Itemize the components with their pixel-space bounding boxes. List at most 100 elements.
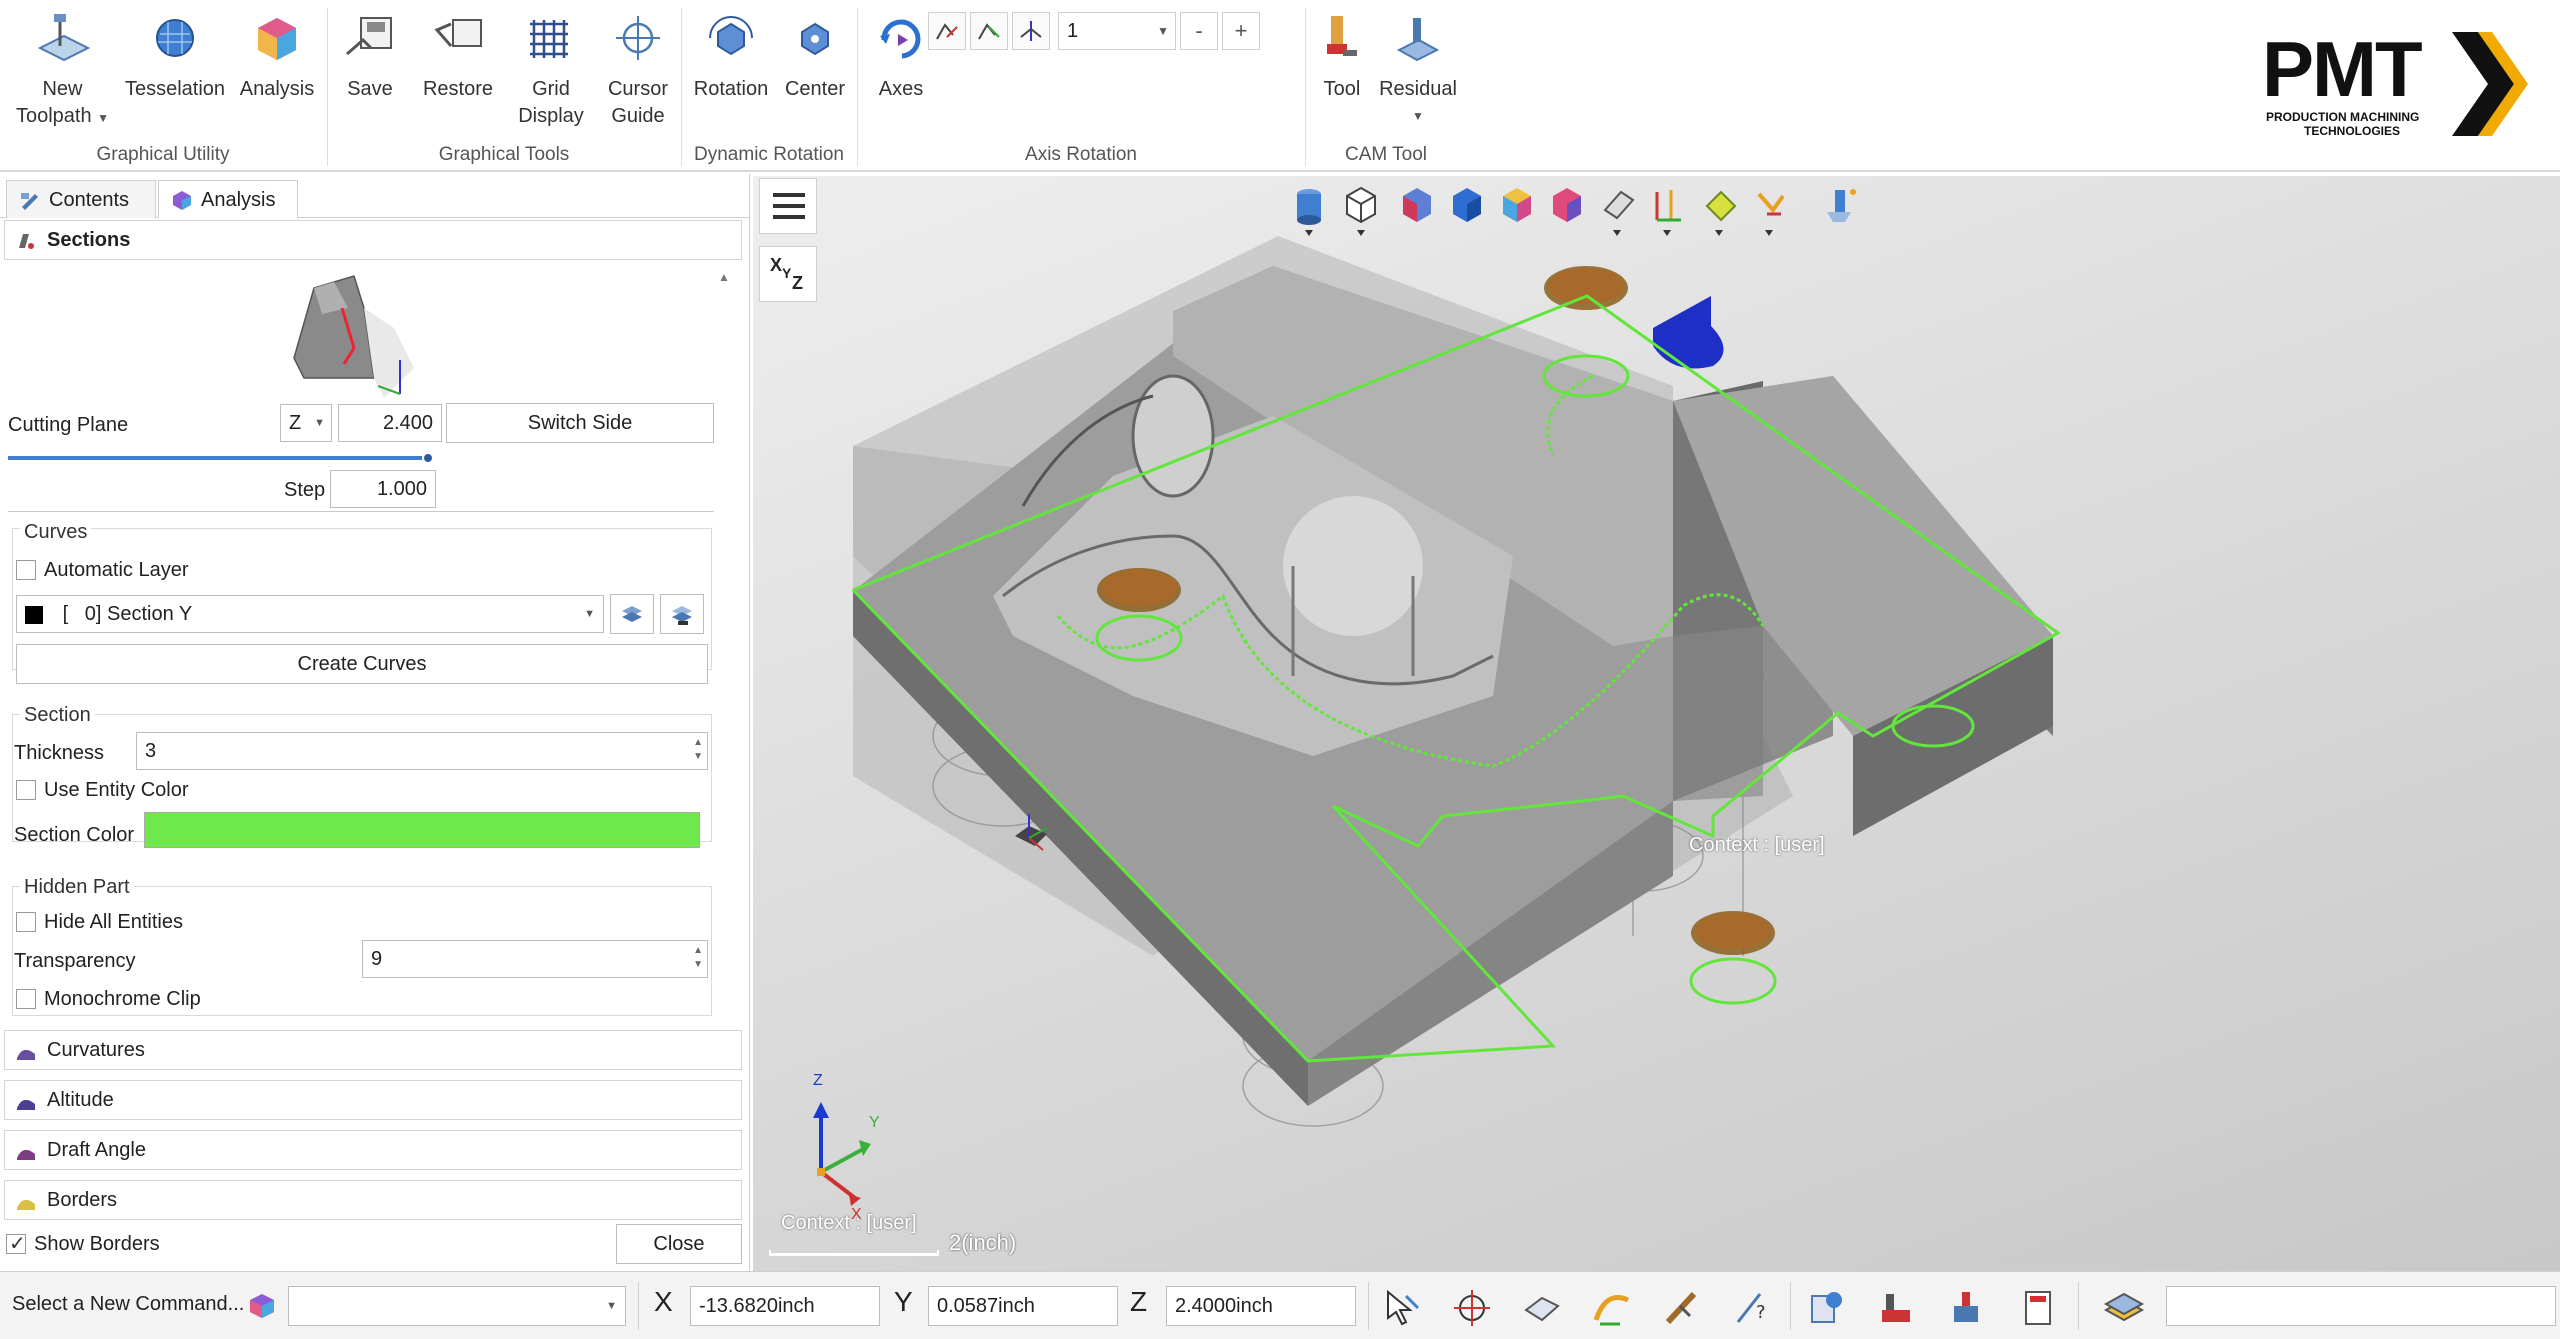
chevron-down-icon: ▼ <box>1412 109 1424 123</box>
group-graphical-utility: New Toolpath ▼ Tesselation Analysis Grap… <box>0 0 326 172</box>
grid-display-button[interactable]: Grid Display <box>508 10 594 130</box>
command-cube-icon <box>250 1294 274 1318</box>
transparency-value: 9 <box>371 948 383 970</box>
hidden-part-title: Hidden Part <box>20 876 134 899</box>
scroll-up-icon[interactable]: ▲ <box>718 270 730 284</box>
create-curves-button[interactable]: Create Curves <box>16 644 708 684</box>
show-borders-checkbox[interactable] <box>6 1231 26 1256</box>
scale-label: 2(inch) <box>949 1230 1017 1255</box>
grid-icon <box>530 20 568 58</box>
cutting-axis-select[interactable]: Z ▼ <box>280 404 332 442</box>
new-layer-button[interactable] <box>610 594 654 634</box>
calculator-icon[interactable] <box>2016 1286 2060 1330</box>
crosshair-icon <box>616 16 660 60</box>
axes-button[interactable]: Axes <box>866 10 936 103</box>
status-divider <box>638 1282 639 1330</box>
tab-analysis[interactable]: Analysis <box>158 180 298 218</box>
3d-viewport[interactable]: X Y Z Context: [user] Z Y X Context: [… <box>753 176 2560 1271</box>
toolpath-icon[interactable] <box>1944 1286 1988 1330</box>
draft-angle-label: Draft Angle <box>47 1139 146 1161</box>
svg-text:?: ? <box>1756 1302 1766 1323</box>
x-coordinate-field[interactable]: -13.6820inch <box>690 1286 880 1326</box>
tab-contents[interactable]: Contents <box>6 180 156 218</box>
new-toolpath-button[interactable]: New Toolpath ▼ <box>10 10 115 132</box>
pmt-logo: PMT PRODUCTION MACHINING TECHNOLOGIES <box>2262 30 2528 140</box>
status-divider <box>2078 1282 2079 1330</box>
automatic-layer-label: Automatic Layer <box>44 559 189 581</box>
machine-icon[interactable] <box>1874 1286 1918 1330</box>
restore-button[interactable]: Restore <box>410 10 506 103</box>
command-select[interactable]: ▼ <box>288 1286 626 1326</box>
rotation-label: Rotation <box>693 78 769 100</box>
axis-angle-combo[interactable]: 1 ▼ <box>1058 12 1176 50</box>
switch-side-button[interactable]: Switch Side <box>446 403 714 443</box>
spin-arrows-icon[interactable]: ▲ ▼ <box>693 736 703 764</box>
automatic-layer-checkbox[interactable] <box>16 560 36 580</box>
chevron-down-icon: ▼ <box>314 417 325 429</box>
rotate-y-button[interactable] <box>970 12 1008 50</box>
borders-header[interactable]: Borders <box>4 1180 742 1220</box>
monochrome-clip-checkbox[interactable] <box>16 989 36 1009</box>
query-icon[interactable]: ? <box>1730 1286 1774 1330</box>
layer-stack-icon <box>622 606 642 622</box>
save-button[interactable]: Save <box>334 10 406 103</box>
hide-all-label: Hide All Entities <box>44 911 183 933</box>
step-field[interactable]: 1.000 <box>330 470 436 508</box>
cutting-plane-slider[interactable] <box>8 452 434 464</box>
tesselation-button[interactable]: Tesselation <box>120 10 230 103</box>
y-coordinate-field[interactable]: 0.0587inch <box>928 1286 1118 1326</box>
analysis-label: Analysis <box>239 78 315 100</box>
residual-button[interactable]: Residual ▼ <box>1376 10 1460 130</box>
rotate-x-button[interactable] <box>928 12 966 50</box>
altitude-icon <box>17 1099 35 1110</box>
axis-y-label: Y <box>869 1114 880 1131</box>
spin-arrows-icon[interactable]: ▲ ▼ <box>693 944 703 972</box>
rotation-icon <box>709 16 753 56</box>
analysis-button[interactable]: Analysis <box>232 10 322 103</box>
draft-angle-header[interactable]: Draft Angle <box>4 1130 742 1170</box>
cutting-value-field[interactable]: 2.400 <box>338 404 442 442</box>
decrement-button[interactable]: - <box>1180 12 1218 50</box>
transparency-field[interactable]: 9 ▲ ▼ <box>362 940 708 978</box>
sections-header[interactable]: Sections <box>4 220 742 260</box>
snap-point-icon[interactable] <box>1450 1286 1494 1330</box>
select-pointer-icon[interactable] <box>1380 1286 1424 1330</box>
grid-display-label-1: Grid <box>532 78 570 100</box>
rotate-z-button[interactable] <box>1012 12 1050 50</box>
brush-tool-icon[interactable] <box>1660 1286 1704 1330</box>
cursor-guide-button[interactable]: Cursor Guide <box>596 10 680 130</box>
group-axis-rotation: Axes 1 ▼ - + Axis Rotation <box>858 0 1304 172</box>
layers-toggle-icon[interactable] <box>2102 1286 2146 1330</box>
center-button[interactable]: Center <box>778 10 852 103</box>
thickness-label: Thickness <box>14 742 105 764</box>
chevron-down-icon: ▼ <box>97 111 110 125</box>
axis-angle-value: 1 <box>1067 20 1079 42</box>
chevron-down-icon: ▼ <box>1157 24 1169 38</box>
slider-thumb[interactable] <box>422 452 434 464</box>
layer-select[interactable]: [ 0] Section Y ▼ <box>16 595 604 633</box>
increment-button[interactable]: + <box>1222 12 1260 50</box>
message-field[interactable] <box>2166 1286 2556 1326</box>
rotation-button[interactable]: Rotation <box>686 10 776 103</box>
y-coordinate-label: Y <box>894 1286 913 1317</box>
mold-model-render[interactable] <box>753 176 2560 1271</box>
borders-icon <box>17 1199 35 1210</box>
status-divider <box>1790 1282 1791 1330</box>
info-panel-icon[interactable] <box>1804 1286 1848 1330</box>
hide-all-checkbox[interactable] <box>16 912 36 932</box>
ribbon: New Toolpath ▼ Tesselation Analysis Grap… <box>0 0 2560 172</box>
section-preview-icon <box>293 275 414 398</box>
thickness-field[interactable]: 3 ▲ ▼ <box>136 732 708 770</box>
curvatures-header[interactable]: Curvatures <box>4 1030 742 1070</box>
curve-tool-icon[interactable] <box>1590 1286 1634 1330</box>
altitude-header[interactable]: Altitude <box>4 1080 742 1120</box>
layer-settings-button[interactable] <box>660 594 704 634</box>
logo-chevron-icon <box>2452 32 2528 136</box>
tool-button[interactable]: Tool <box>1312 10 1372 103</box>
entity-filter-icon[interactable] <box>1520 1286 1564 1330</box>
z-coordinate-field[interactable]: 2.4000inch <box>1166 1286 1356 1326</box>
section-color-swatch[interactable] <box>144 812 700 848</box>
close-button[interactable]: Close <box>616 1224 742 1264</box>
cutting-plane-label: Cutting Plane <box>8 414 129 436</box>
use-entity-color-checkbox[interactable] <box>16 780 36 800</box>
